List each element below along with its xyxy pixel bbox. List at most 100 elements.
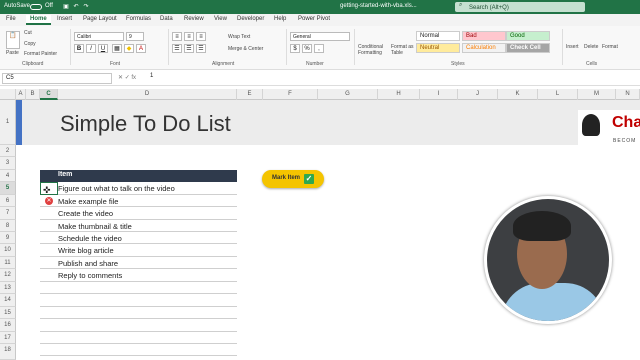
column-header-n[interactable]: N bbox=[616, 89, 640, 100]
style-normal[interactable]: Normal bbox=[416, 31, 460, 41]
wrap-text-button[interactable]: Wrap Text bbox=[228, 34, 250, 40]
row-header[interactable]: 10 bbox=[0, 244, 16, 257]
row-header[interactable]: 3 bbox=[0, 157, 16, 170]
list-item[interactable]: Reply to comments bbox=[58, 271, 122, 280]
align-bottom-icon[interactable]: ≡ bbox=[196, 32, 206, 41]
column-header-c[interactable]: C bbox=[40, 89, 58, 100]
paste-icon[interactable]: 📋 bbox=[6, 31, 20, 49]
style-bad[interactable]: Bad bbox=[462, 31, 506, 41]
redo-icon[interactable]: ↷ bbox=[82, 3, 90, 11]
copy-button[interactable]: Copy bbox=[24, 41, 36, 47]
row-header[interactable]: 13 bbox=[0, 282, 16, 294]
style-calculation[interactable]: Calculation bbox=[462, 43, 506, 53]
fill-color-icon[interactable]: ◆ bbox=[124, 44, 134, 53]
align-right-icon[interactable]: ☰ bbox=[196, 44, 206, 53]
cut-button[interactable]: Cut bbox=[24, 30, 32, 36]
row-header[interactable]: 18 bbox=[0, 344, 16, 360]
font-size-select[interactable]: 9 bbox=[126, 32, 144, 41]
font-name-select[interactable]: Calibri bbox=[74, 32, 124, 41]
mark-item-button[interactable]: Mark Item ✓ bbox=[262, 170, 324, 188]
italic-icon[interactable]: I bbox=[86, 44, 96, 53]
column-header-l[interactable]: L bbox=[538, 89, 578, 100]
style-check-cell[interactable]: Check Cell bbox=[506, 43, 550, 53]
column-header-a[interactable]: A bbox=[16, 89, 26, 100]
column-header-k[interactable]: K bbox=[498, 89, 538, 100]
format-as-table-button[interactable]: Format as Table bbox=[391, 44, 415, 56]
column-header-f[interactable]: F bbox=[263, 89, 318, 100]
row-header[interactable]: 8 bbox=[0, 220, 16, 232]
name-box[interactable]: C5 bbox=[2, 73, 112, 84]
list-item[interactable]: Figure out what to talk on the video bbox=[58, 184, 175, 193]
format-cells-button[interactable]: Format bbox=[602, 44, 618, 50]
column-header-i[interactable]: I bbox=[420, 89, 458, 100]
row-header[interactable]: 16 bbox=[0, 319, 16, 332]
comma-icon[interactable]: , bbox=[314, 44, 324, 53]
undo-icon[interactable]: ↶ bbox=[72, 3, 80, 11]
row-header[interactable]: 9 bbox=[0, 232, 16, 244]
row-header[interactable]: 15 bbox=[0, 307, 16, 319]
row-header[interactable]: 7 bbox=[0, 207, 16, 220]
number-format-select[interactable]: General bbox=[290, 32, 350, 41]
list-item[interactable]: Make example file bbox=[58, 197, 118, 206]
row-header[interactable]: 2 bbox=[0, 145, 16, 157]
tab-developer[interactable]: Developer bbox=[237, 16, 264, 22]
list-item[interactable]: Create the video bbox=[58, 209, 113, 218]
align-center-icon[interactable]: ☰ bbox=[184, 44, 194, 53]
column-header-j[interactable]: J bbox=[458, 89, 498, 100]
style-good[interactable]: Good bbox=[506, 31, 550, 41]
tab-view[interactable]: View bbox=[214, 16, 227, 22]
row-header[interactable]: 6 bbox=[0, 195, 16, 207]
autosave-toggle[interactable] bbox=[30, 4, 42, 10]
formula-input[interactable]: 1 bbox=[150, 73, 153, 79]
row-border bbox=[40, 219, 237, 220]
currency-icon[interactable]: $ bbox=[290, 44, 300, 53]
list-item[interactable]: Make thumbnail & title bbox=[58, 222, 132, 231]
column-header-h[interactable]: H bbox=[378, 89, 420, 100]
align-middle-icon[interactable]: ≡ bbox=[184, 32, 194, 41]
row-header[interactable]: 11 bbox=[0, 257, 16, 269]
list-item[interactable]: Publish and share bbox=[58, 259, 118, 268]
align-left-icon[interactable]: ☰ bbox=[172, 44, 182, 53]
table-header-item[interactable]: Item bbox=[40, 170, 237, 182]
column-header-d[interactable]: D bbox=[58, 89, 237, 100]
row-header[interactable]: 14 bbox=[0, 294, 16, 307]
list-item[interactable]: Write blog article bbox=[58, 246, 114, 255]
column-header-e[interactable]: E bbox=[237, 89, 263, 100]
tab-insert[interactable]: Insert bbox=[57, 16, 72, 22]
search-box[interactable]: ⌕ Search (Alt+Q) bbox=[455, 2, 585, 12]
percent-icon[interactable]: % bbox=[302, 44, 312, 53]
style-neutral[interactable]: Neutral bbox=[416, 43, 460, 53]
row-header[interactable]: 1 bbox=[0, 100, 16, 145]
insert-cells-button[interactable]: Insert bbox=[566, 44, 579, 50]
paste-label[interactable]: Paste bbox=[6, 50, 19, 56]
tab-help[interactable]: Help bbox=[274, 16, 286, 22]
row-border bbox=[40, 355, 237, 356]
tab-home[interactable]: Home bbox=[26, 15, 51, 25]
conditional-formatting-button[interactable]: Conditional Formatting bbox=[358, 44, 388, 56]
list-item[interactable]: Schedule the video bbox=[58, 234, 122, 243]
select-all-corner[interactable] bbox=[0, 89, 16, 100]
bold-icon[interactable]: B bbox=[74, 44, 84, 53]
tab-file[interactable]: File bbox=[6, 16, 16, 22]
delete-cells-button[interactable]: Delete bbox=[584, 44, 598, 50]
row-header[interactable]: 12 bbox=[0, 269, 16, 282]
underline-icon[interactable]: U bbox=[98, 44, 108, 53]
tab-formulas[interactable]: Formulas bbox=[126, 16, 151, 22]
align-top-icon[interactable]: ≡ bbox=[172, 32, 182, 41]
save-icon[interactable]: ▣ bbox=[62, 3, 70, 11]
merge-center-button[interactable]: Merge & Center bbox=[228, 46, 263, 52]
column-header-m[interactable]: M bbox=[578, 89, 616, 100]
sheet-title[interactable]: Simple To Do List bbox=[60, 111, 231, 137]
tab-data[interactable]: Data bbox=[160, 16, 173, 22]
format-painter-button[interactable]: Format Painter bbox=[24, 51, 57, 57]
row-header[interactable]: 4 bbox=[0, 170, 16, 182]
font-color-icon[interactable]: A bbox=[136, 44, 146, 53]
tab-power-pivot[interactable]: Power Pivot bbox=[298, 16, 330, 22]
tab-page-layout[interactable]: Page Layout bbox=[83, 16, 117, 22]
column-header-b[interactable]: B bbox=[26, 89, 40, 100]
row-header[interactable]: 5 bbox=[0, 182, 16, 195]
row-header[interactable]: 17 bbox=[0, 332, 16, 344]
borders-icon[interactable]: ▦ bbox=[112, 44, 122, 53]
tab-review[interactable]: Review bbox=[184, 16, 204, 22]
column-header-g[interactable]: G bbox=[318, 89, 378, 100]
